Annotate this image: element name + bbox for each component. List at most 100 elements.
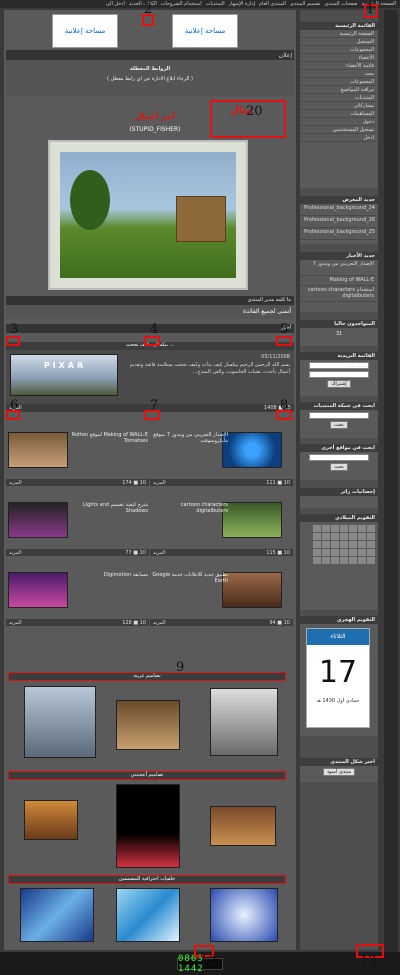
design-thumbnail[interactable]	[24, 686, 96, 758]
main-menu-title: القائمة الرئيسية	[300, 22, 378, 30]
ad-banner[interactable]: مساحة إعلانية	[52, 14, 118, 48]
news-more-link[interactable]: المزيد	[153, 620, 166, 626]
main-menu-item[interactable]: مشاركاتي	[300, 102, 378, 110]
annotation-number: 12	[200, 954, 217, 969]
ad-banner[interactable]: مساحة إعلانية	[172, 14, 238, 48]
featured-artwork-frame[interactable]	[48, 140, 248, 290]
news-item[interactable]: مسابقة Digimotion المزيد 128 ■ 10	[6, 570, 149, 626]
news-meta: 111 ■ 10	[266, 480, 290, 486]
news-footer: المزيد 77 ■ 10	[6, 549, 149, 556]
background-thumbnail[interactable]	[116, 888, 180, 942]
nav-item[interactable]: الكتاب الجديد	[129, 1, 157, 7]
news-thumbnail[interactable]	[8, 432, 68, 468]
visitor-stats-box: إحصائيات زائر	[300, 488, 378, 508]
news-title[interactable]: الإصدار التجريبي من ويندوز 7 بموقع مايكر…	[150, 432, 228, 444]
new-file-link[interactable]: Professional_background_24	[300, 204, 378, 216]
main-menu-item[interactable]: المجموعات	[300, 78, 378, 86]
news-item[interactable]: تطبيق جديد للاعلانات خدمة Google Earth ا…	[150, 570, 293, 626]
news-meta: 128 ■ 10	[122, 620, 146, 626]
main-menu-item[interactable]: قائمة الأعضاء	[300, 62, 378, 70]
news-thumbnail[interactable]	[8, 502, 68, 538]
nav-item[interactable]: المنتدى العام	[259, 1, 286, 7]
news-more-link[interactable]: المزيد	[153, 480, 166, 486]
new-files-title: جديد المعرض	[300, 196, 378, 204]
news-more-link[interactable]: المزيد	[9, 550, 22, 556]
news-footer: المزيد 94 ■ 10	[150, 619, 293, 626]
news-thumbnail[interactable]	[222, 572, 282, 608]
news-title[interactable]: مسابقة Digimotion	[70, 572, 148, 578]
news-thumbnail[interactable]	[222, 502, 282, 538]
new-news-link[interactable]: Making of WALL-E	[300, 276, 378, 286]
main-menu-item[interactable]: بحث	[300, 70, 378, 78]
annotation-number: 2	[144, 2, 153, 17]
pixar-image[interactable]: PIXAR	[10, 354, 118, 396]
top-navigation: الصفحة الرئيسية صفحات المنتدى تصميم المن…	[0, 0, 400, 8]
design-thumbnail[interactable]	[116, 700, 180, 750]
search-other-box: ابحث في مواقع أخرى بحث	[300, 444, 378, 480]
annotation-number: 6	[10, 398, 19, 413]
design-thumbnail[interactable]	[210, 688, 278, 756]
news-title[interactable]: cartoon characters digitalbuters	[150, 502, 228, 514]
main-menu-item[interactable]: الأعضاء	[300, 54, 378, 62]
nav-item[interactable]: صفحات المنتدى	[324, 1, 357, 7]
nav-item[interactable]: تصميم المنتدى	[290, 1, 320, 7]
news-thumbnail[interactable]	[222, 432, 282, 468]
main-menu-item[interactable]: التسجيل	[300, 38, 378, 46]
main-menu-item[interactable]: المنتديات	[300, 94, 378, 102]
scrollbar[interactable]	[384, 10, 398, 960]
design-thumbnail[interactable]	[24, 800, 78, 840]
search-input[interactable]	[309, 412, 369, 419]
annotation-number: 1	[366, 2, 375, 17]
design-thumbnail[interactable]	[116, 784, 180, 868]
news-title[interactable]: شرح كيفية تصميم Lights and Shadows	[70, 502, 148, 514]
main-menu-item[interactable]: الصفحة الرئيسية	[300, 30, 378, 38]
news-item[interactable]: Making of WALL-E لموقع Rotten Tomatoes ا…	[6, 430, 149, 486]
news-item[interactable]: شرح كيفية تصميم Lights and Shadows المزي…	[6, 500, 149, 556]
news-more-link[interactable]: المزيد	[9, 620, 22, 626]
annotation-box	[144, 336, 160, 346]
main-menu-item[interactable]: تسجيل المستخدمين	[300, 126, 378, 134]
news-footer: المزيد 115 ■ 10	[150, 549, 293, 556]
search-other-button[interactable]: بحث	[330, 463, 348, 471]
hijri-month: جمادى أول 1430 هـ	[316, 698, 360, 704]
manager-word-bar: ما كلمة مدير المنتدى	[6, 296, 294, 305]
nav-item[interactable]: ادخل الى	[106, 1, 125, 7]
main-menu-item[interactable]: المساهمات	[300, 110, 378, 118]
new-file-link[interactable]: Professional_background_25	[300, 228, 378, 240]
design-thumbnail[interactable]	[210, 806, 276, 846]
new-file-link[interactable]: Professional_background_28	[300, 216, 378, 228]
news-title[interactable]: Making of WALL-E لموقع Rotten Tomatoes	[70, 432, 148, 444]
mailing-email-input[interactable]	[309, 371, 369, 378]
section-header-strange: تصاميم غريبة	[8, 672, 286, 681]
main-menu-item[interactable]: المجموعات	[300, 46, 378, 54]
nav-item[interactable]: استخدام الشروحات	[161, 1, 202, 7]
background-thumbnail[interactable]	[210, 888, 278, 942]
subscribe-button[interactable]: إشتراك	[327, 380, 351, 388]
annotation-number: 5	[280, 322, 289, 337]
nav-item[interactable]: المنتديات	[206, 1, 225, 7]
new-news-link[interactable]: استخدام cartoon characters digitalbuters	[300, 286, 378, 302]
search-button[interactable]: بحث	[330, 421, 348, 429]
new-news-link[interactable]: الإصدار التجريبي من ويندوز 7	[300, 260, 378, 276]
news-item[interactable]: الإصدار التجريبي من ويندوز 7 بموقع مايكر…	[150, 430, 293, 486]
new-files-box: جديد المعرض Professional_background_24 P…	[300, 196, 378, 244]
news-item[interactable]: cartoon characters digitalbuters المزيد 1…	[150, 500, 293, 556]
theme-select[interactable]: منتدى أسود	[322, 768, 356, 776]
mailing-list-box: القائمة البريدية إسمك هنا إشتراك	[300, 352, 378, 396]
online-box: المتواجدون حاليا 31	[300, 320, 378, 346]
house-shape	[176, 196, 226, 242]
annotation-number: 9	[176, 660, 185, 675]
news-more-link[interactable]: المزيد	[9, 480, 22, 486]
search-other-input[interactable]	[309, 454, 369, 461]
main-menu-item[interactable]: ادخل	[300, 134, 378, 142]
nav-item[interactable]: إدارة الإشهار	[229, 1, 255, 7]
online-title: المتواجدون حاليا	[300, 320, 378, 328]
main-menu-item[interactable]: مراقبة المواضيع	[300, 86, 378, 94]
main-menu-item[interactable]: دخول	[300, 118, 378, 126]
mailing-name-input[interactable]: إسمك هنا	[309, 362, 369, 369]
news-thumbnail[interactable]	[8, 572, 68, 608]
news-more-link[interactable]: المزيد	[153, 550, 166, 556]
calendar-grid	[300, 522, 378, 567]
background-thumbnail[interactable]	[20, 888, 94, 942]
news-title[interactable]: تطبيق جديد للاعلانات خدمة Google Earth	[150, 572, 228, 584]
